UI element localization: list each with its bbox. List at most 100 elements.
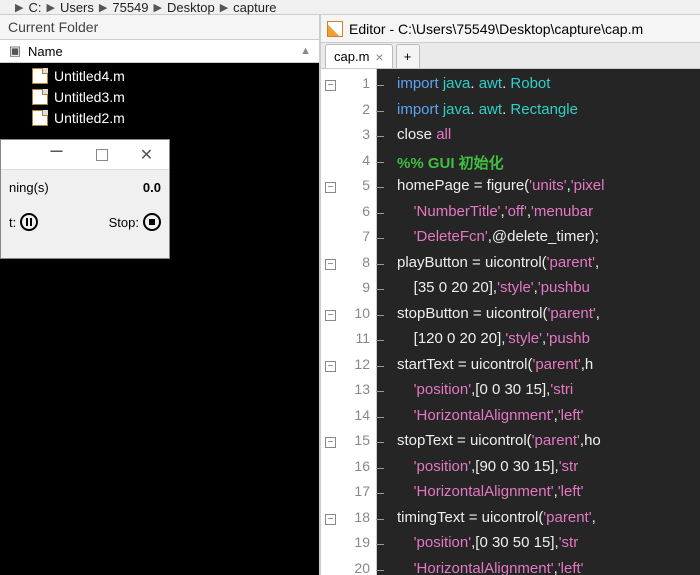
timing-value: 0.0 (143, 180, 161, 195)
crumb-users[interactable]: Users (60, 0, 94, 15)
code-line[interactable]: stopText = uicontrol('parent',ho (397, 432, 700, 458)
gutter-row[interactable]: 6 (321, 203, 376, 229)
code-line[interactable]: 'position',[0 30 50 15],'str (397, 534, 700, 560)
gutter-row[interactable]: 9 (321, 279, 376, 305)
plus-icon: + (404, 49, 412, 64)
fold-toggle[interactable]: − (325, 310, 336, 321)
code-line[interactable]: [35 0 20 20],'style','pushbu (397, 279, 700, 305)
tab-bar: cap.m × + (321, 43, 700, 69)
gui-body: ning(s) 0.0 t: Stop: (1, 170, 169, 241)
crumb-75549[interactable]: 75549 (112, 0, 148, 15)
code-line[interactable]: startText = uicontrol('parent',h (397, 356, 700, 382)
code-line[interactable]: 'HorizontalAlignment','left' (397, 560, 700, 575)
editor-path: Editor - C:\Users\75549\Desktop\capture\… (349, 21, 643, 37)
crumb-c[interactable]: C: (28, 0, 41, 15)
code-line[interactable]: 'position',[90 0 30 15],'str (397, 458, 700, 484)
code-line[interactable]: homePage = figure('units','pixel (397, 177, 700, 203)
gutter-row[interactable]: 15− (321, 432, 376, 458)
code-line[interactable]: %% GUI 初始化 (397, 152, 700, 178)
code-body[interactable]: import java. awt. Robotimport java. awt.… (377, 69, 700, 575)
code-line[interactable]: 'HorizontalAlignment','left' (397, 407, 700, 433)
file-name: Untitled2.m (54, 110, 125, 126)
name-header-label: Name (28, 44, 63, 59)
gutter-row[interactable]: 12− (321, 356, 376, 382)
minimize-button[interactable]: – (34, 140, 79, 169)
chevron-right-icon: ▶ (154, 1, 162, 14)
chevron-right-icon: ▶ (46, 1, 54, 14)
tab-capm[interactable]: cap.m × (325, 44, 393, 68)
code-line[interactable]: [120 0 20 20],'style','pushb (397, 330, 700, 356)
gutter-row[interactable]: 7 (321, 228, 376, 254)
gutter-row[interactable]: 3 (321, 126, 376, 152)
code-line[interactable]: playButton = uicontrol('parent', (397, 254, 700, 280)
gutter-row[interactable]: 1− (321, 75, 376, 101)
gutter-row[interactable]: 11 (321, 330, 376, 356)
sort-icon[interactable]: ▲ (300, 45, 311, 57)
code-area: 1−2345−678−910−1112−131415−161718−1920 i… (321, 69, 700, 575)
code-line[interactable]: 'DeleteFcn',@delete_timer); (397, 228, 700, 254)
mfile-icon (32, 68, 48, 84)
code-line[interactable]: import java. awt. Robot (397, 75, 700, 101)
gutter-row[interactable]: 13 (321, 381, 376, 407)
breadcrumb[interactable]: ▶ C: ▶ Users ▶ 75549 ▶ Desktop ▶ capture (0, 0, 700, 15)
code-line[interactable]: timingText = uicontrol('parent', (397, 509, 700, 535)
name-column-header[interactable]: ▣ Name ▲ (0, 40, 319, 63)
crumb-capture[interactable]: capture (233, 0, 276, 15)
stop-control: Stop: (109, 213, 161, 231)
chevron-right-icon: ▶ (220, 1, 228, 14)
file-name: Untitled4.m (54, 68, 125, 84)
timing-label: ning(s) (9, 180, 49, 195)
mfile-icon (32, 89, 48, 105)
gutter-row[interactable]: 10− (321, 305, 376, 331)
file-row[interactable]: Untitled4.m (0, 65, 319, 86)
close-button[interactable]: ✕ (124, 140, 169, 169)
chevron-right-icon: ▶ (99, 1, 107, 14)
code-line[interactable]: import java. awt. Rectangle (397, 101, 700, 127)
gutter-row[interactable]: 20 (321, 560, 376, 575)
editor-titlebar: Editor - C:\Users\75549\Desktop\capture\… (321, 15, 700, 43)
mfile-icon (32, 110, 48, 126)
gutter: 1−2345−678−910−1112−131415−161718−1920 (321, 69, 377, 575)
gutter-row[interactable]: 2 (321, 101, 376, 127)
stop-button[interactable] (143, 213, 161, 231)
file-row[interactable]: Untitled2.m (0, 107, 319, 128)
code-line[interactable]: 'HorizontalAlignment','left' (397, 483, 700, 509)
tab-add[interactable]: + (396, 44, 420, 68)
fold-toggle[interactable]: − (325, 437, 336, 448)
gutter-row[interactable]: 8− (321, 254, 376, 280)
disclosure-icon[interactable]: ▣ (8, 43, 22, 59)
fold-toggle[interactable]: − (325, 514, 336, 525)
code-line[interactable]: 'NumberTitle','off','menubar (397, 203, 700, 229)
code-line[interactable]: close all (397, 126, 700, 152)
gui-figure-window[interactable]: – ✕ ning(s) 0.0 t: Stop: (0, 139, 170, 259)
gutter-row[interactable]: 14 (321, 407, 376, 433)
fold-toggle[interactable]: − (325, 182, 336, 193)
crumb-desktop[interactable]: Desktop (167, 0, 215, 15)
editor-icon (327, 21, 343, 37)
code-line[interactable]: stopButton = uicontrol('parent', (397, 305, 700, 331)
code-line[interactable]: 'position',[0 0 30 15],'stri (397, 381, 700, 407)
current-folder-panel: Current Folder ▣ Name ▲ Untitled4.m Untit… (0, 15, 320, 575)
fold-toggle[interactable]: − (325, 80, 336, 91)
fold-toggle[interactable]: − (325, 259, 336, 270)
gutter-row[interactable]: 16 (321, 458, 376, 484)
chevron-right-icon: ▶ (15, 1, 23, 14)
stop-label: Stop: (109, 215, 139, 230)
tab-label: cap.m (334, 49, 369, 64)
gui-titlebar[interactable]: – ✕ (1, 140, 169, 170)
file-row[interactable]: Untitled3.m (0, 86, 319, 107)
gutter-row[interactable]: 17 (321, 483, 376, 509)
fold-toggle[interactable]: − (325, 361, 336, 372)
close-icon[interactable]: × (375, 49, 383, 65)
play-pause-button[interactable] (20, 213, 38, 231)
gutter-row[interactable]: 18− (321, 509, 376, 535)
maximize-button[interactable] (79, 140, 124, 169)
start-control: t: (9, 213, 38, 231)
editor-panel: Editor - C:\Users\75549\Desktop\capture\… (320, 15, 700, 575)
gutter-row[interactable]: 5− (321, 177, 376, 203)
gutter-row[interactable]: 19 (321, 534, 376, 560)
gutter-row[interactable]: 4 (321, 152, 376, 178)
file-name: Untitled3.m (54, 89, 125, 105)
current-folder-title: Current Folder (0, 15, 319, 40)
start-label: t: (9, 215, 16, 230)
